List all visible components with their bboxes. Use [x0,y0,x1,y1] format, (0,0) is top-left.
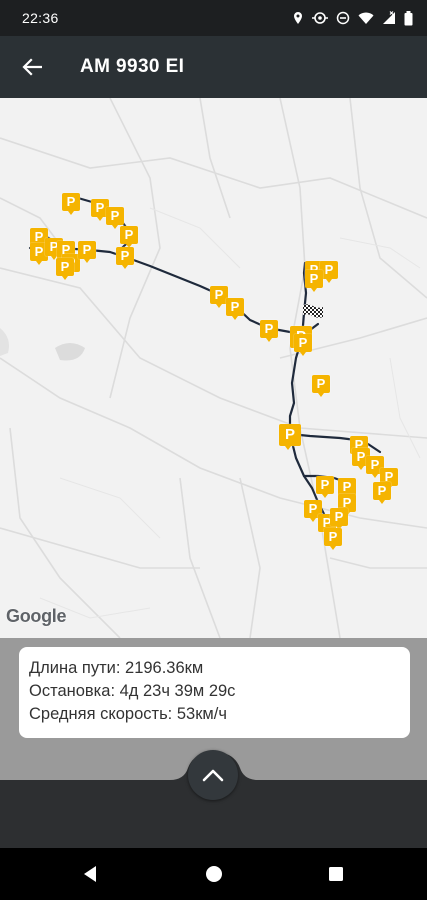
parking-marker[interactable]: P [260,320,278,342]
status-time: 22:36 [22,10,59,26]
parking-marker[interactable]: P [56,258,74,280]
nav-recents-icon [329,867,343,881]
nav-back-icon [84,866,96,882]
expand-panel-button[interactable] [188,750,238,800]
google-attribution: Google [6,606,67,626]
location-icon [294,12,302,24]
parking-marker[interactable]: P [324,528,342,550]
distance-text: Длина пути: 2196.36км [29,659,204,677]
vehicle-title: AM 9930 EI [80,56,185,77]
data-saver-icon [312,12,328,24]
parking-marker[interactable]: P [330,508,348,530]
back-button[interactable] [0,36,64,98]
nav-recents-button[interactable] [306,848,366,900]
app-screen: 22:36 AM 9930 EI P P P P P P P P P P P P… [0,0,427,900]
parking-marker[interactable]: P [116,247,134,269]
parking-marker[interactable]: P [373,482,391,504]
signal-icon [383,11,395,24]
parking-marker[interactable]: P [226,298,244,320]
parking-marker[interactable]: P [78,241,96,263]
parking-marker[interactable]: P [279,424,301,450]
parking-marker[interactable]: P [305,270,323,292]
average-speed-text: Средняя скорость: 53км/ч [29,705,227,723]
nav-back-button[interactable] [60,848,120,900]
arrow-back-icon [22,58,42,76]
parking-marker[interactable]: P [106,207,124,229]
parking-marker[interactable]: P [294,334,312,356]
parking-marker[interactable]: P [120,226,138,248]
parking-marker[interactable]: P [312,375,330,397]
stop-duration-text: Остановка: 4д 23ч 39м 29с [29,682,236,700]
do-not-disturb-icon [336,11,350,25]
battery-icon [404,10,413,25]
status-icons [292,10,413,26]
wifi-icon [358,12,374,24]
parking-marker[interactable]: P [316,476,334,498]
nav-home-button[interactable] [184,848,244,900]
system-nav-bar [0,848,427,900]
route-map[interactable]: P P P P P P P P P P P P P P P P P P P P … [0,98,427,638]
nav-home-icon [206,866,222,882]
finish-flag-icon [303,304,323,318]
parking-marker[interactable]: P [62,193,80,215]
chevron-up-icon [202,769,224,782]
map-roads [0,98,427,638]
trip-info-card: Длина пути: 2196.36км Остановка: 4д 23ч … [19,647,410,738]
app-toolbar: AM 9930 EI [0,36,427,98]
status-bar: 22:36 [0,0,427,36]
